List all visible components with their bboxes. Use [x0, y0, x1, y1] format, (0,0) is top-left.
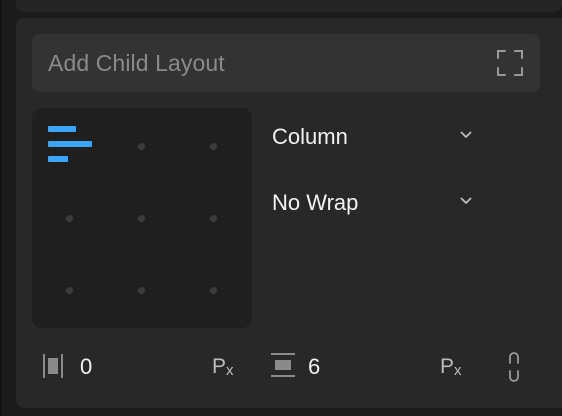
gap-unit-main: P — [440, 355, 455, 378]
padding-value[interactable]: 0 — [80, 354, 92, 380]
align-middle-right-dot[interactable] — [210, 215, 217, 222]
padding-icon — [43, 354, 63, 378]
direction-select[interactable]: Column — [272, 119, 472, 155]
child-layout-panel: Add Child Layout Column No Wrap 0 Px 6 P… — [16, 18, 562, 408]
padding-unit-sub: x — [226, 362, 234, 379]
gap-icon — [271, 353, 295, 377]
align-left-bars-icon[interactable] — [48, 126, 94, 166]
align-bottom-center-dot[interactable] — [138, 287, 145, 294]
align-middle-left-dot[interactable] — [66, 215, 73, 222]
align-middle-center-dot[interactable] — [138, 215, 145, 222]
padding-unit-main: P — [212, 355, 227, 378]
align-top-right-dot[interactable] — [210, 143, 217, 150]
gap-unit-toggle[interactable]: Px — [440, 355, 462, 379]
spacing-row: 0 Px 6 Px — [16, 348, 562, 388]
add-child-layout-label: Add Child Layout — [48, 49, 225, 76]
add-child-layout-button[interactable]: Add Child Layout — [32, 34, 540, 92]
chevron-down-icon — [460, 131, 472, 138]
expand-corners-icon[interactable] — [496, 49, 524, 77]
chevron-down-icon — [460, 197, 472, 204]
align-top-center-dot[interactable] — [138, 143, 145, 150]
gap-unit-sub: x — [454, 362, 462, 379]
left-rail — [0, 0, 2, 416]
padding-unit-toggle[interactable]: Px — [212, 355, 234, 379]
gap-value[interactable]: 6 — [308, 354, 320, 380]
wrap-select[interactable]: No Wrap — [272, 185, 472, 221]
align-bottom-right-dot[interactable] — [210, 287, 217, 294]
previous-panel — [16, 0, 562, 12]
alignment-grid[interactable] — [32, 108, 252, 328]
direction-value: Column — [272, 124, 348, 149]
align-bottom-left-dot[interactable] — [66, 287, 73, 294]
link-icon[interactable] — [507, 352, 521, 382]
wrap-value: No Wrap — [272, 190, 359, 215]
